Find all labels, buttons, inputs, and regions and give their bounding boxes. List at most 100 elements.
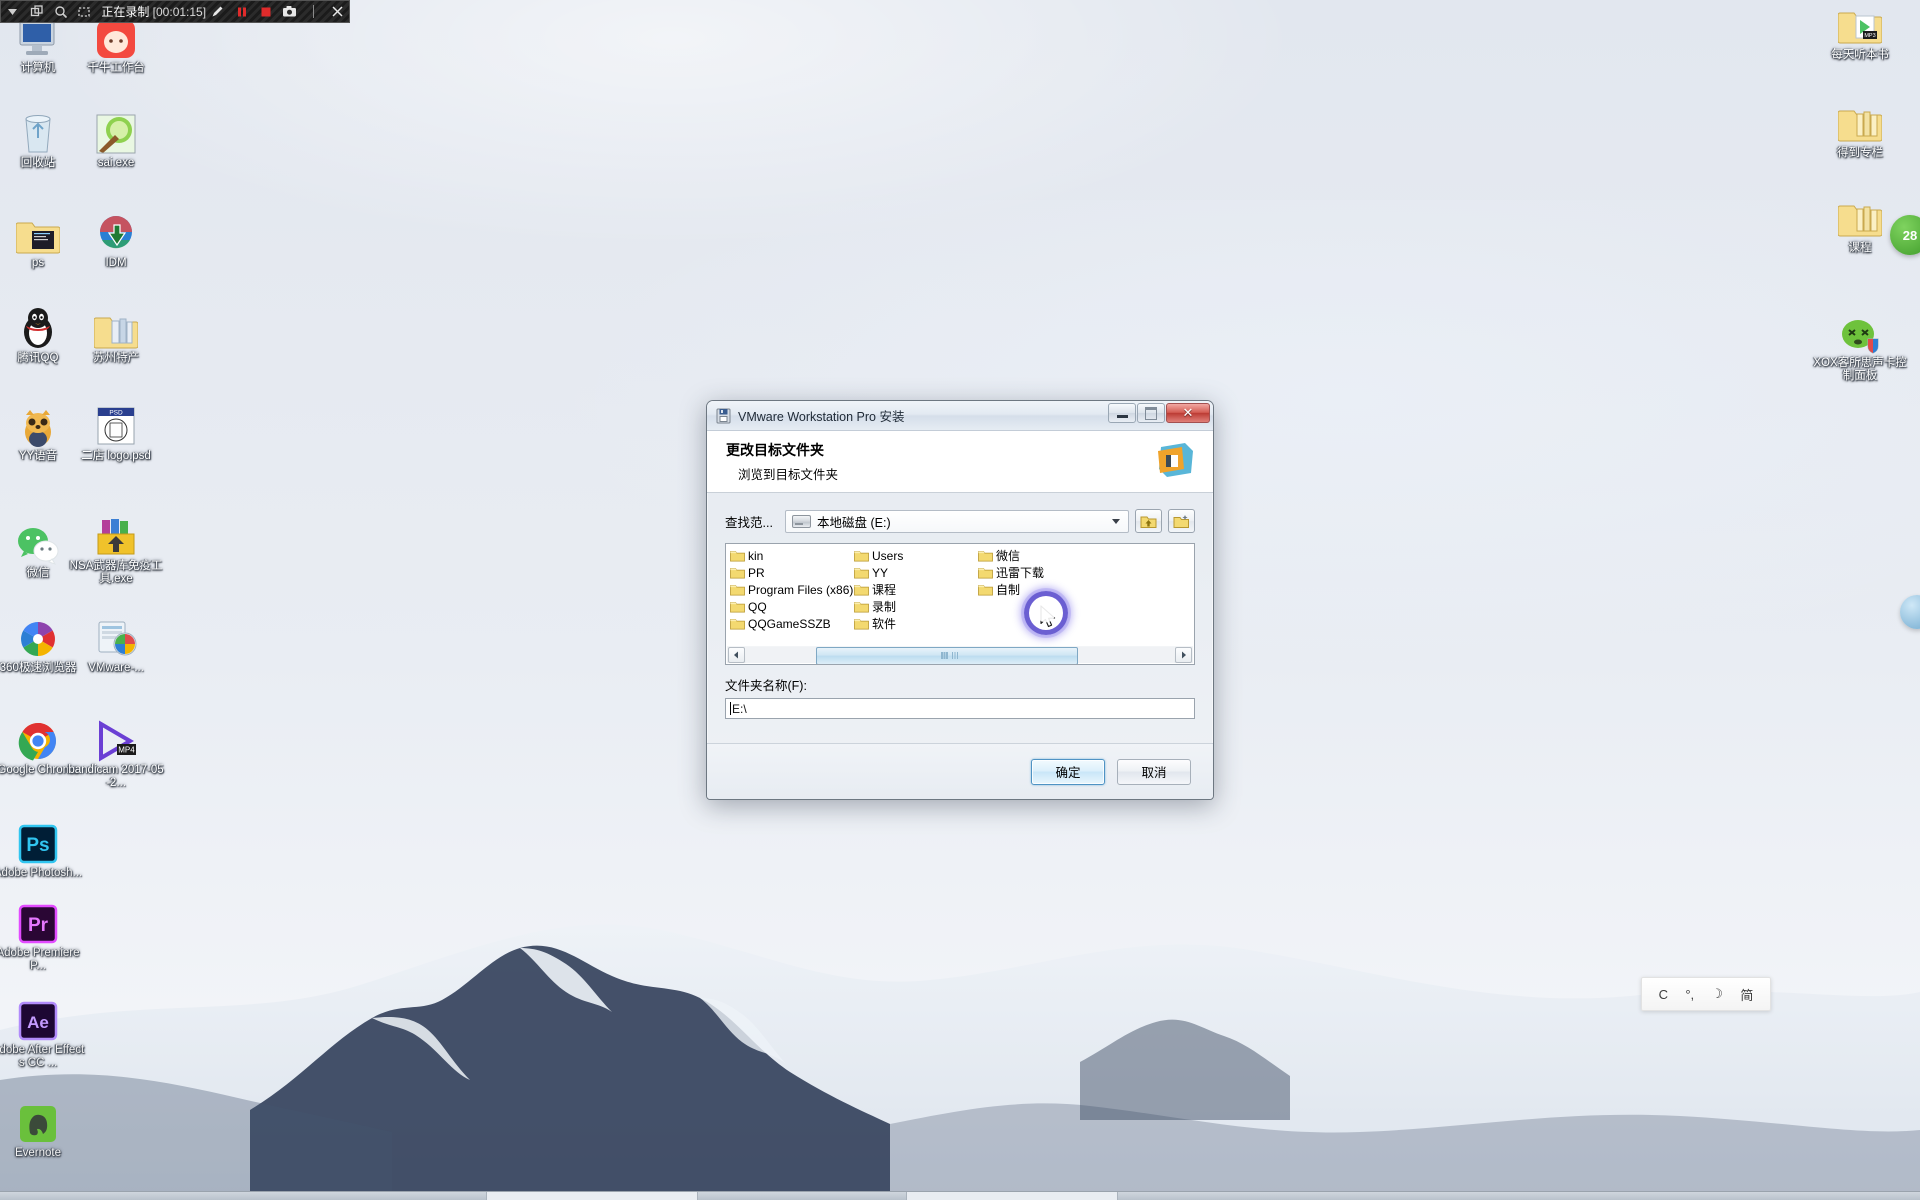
new-folder-icon bbox=[1173, 514, 1189, 528]
folder-name-value: E:\ bbox=[732, 701, 747, 716]
dialog-title: VMware Workstation Pro 安装 bbox=[738, 410, 905, 424]
desktop-icon-daily-book[interactable]: MP3 每天听本书 bbox=[1812, 0, 1908, 62]
wallpaper-mountains bbox=[0, 924, 1920, 1200]
stop-icon[interactable] bbox=[254, 1, 278, 22]
desktop-icon-nsa-tool[interactable]: NSA武器库免疫工具.exe bbox=[68, 508, 164, 586]
horizontal-scrollbar[interactable] bbox=[727, 646, 1193, 664]
folder-icon bbox=[854, 618, 869, 629]
langbar-item-moon-icon[interactable]: ☽ bbox=[1711, 986, 1723, 1002]
minimize-icon[interactable] bbox=[1108, 403, 1136, 423]
magnifier-icon[interactable] bbox=[49, 1, 73, 22]
window-buttons: ✕ bbox=[1107, 403, 1210, 423]
folder-icon bbox=[854, 550, 869, 561]
list-item[interactable]: QQGameSSZB bbox=[728, 615, 852, 632]
list-item[interactable]: 迅雷下载 bbox=[976, 564, 1100, 581]
list-item[interactable]: 录制 bbox=[852, 598, 976, 615]
list-item[interactable]: Program Files (x86) bbox=[728, 581, 853, 598]
chevron-down-icon bbox=[1112, 518, 1120, 524]
list-item[interactable]: PR bbox=[728, 564, 852, 581]
langbar-item-punctuation[interactable]: °, bbox=[1685, 987, 1694, 1002]
desktop-icon-idm[interactable]: IDM bbox=[68, 205, 164, 270]
desktop-icon-premiere[interactable]: Pr Adobe Premiere P... bbox=[0, 895, 86, 973]
desktop-icon-sai[interactable]: sai.exe bbox=[68, 105, 164, 170]
desktop-icon-label: XOX客所思声卡控制面板 bbox=[1813, 357, 1907, 382]
scroll-right-button[interactable] bbox=[1175, 646, 1192, 663]
list-item[interactable]: 自制 bbox=[976, 581, 1100, 598]
list-item[interactable]: 课程 bbox=[852, 581, 976, 598]
folder-name: Users bbox=[872, 548, 904, 563]
folder-icon bbox=[854, 567, 869, 578]
folder-icon bbox=[730, 601, 745, 612]
desktop-icon-xox-soundcard[interactable]: XOX客所思声卡控制面板 bbox=[1812, 305, 1908, 383]
mp4-file-icon: MP4 bbox=[68, 712, 164, 762]
scrollbar-track[interactable] bbox=[746, 646, 1174, 664]
new-folder-button[interactable] bbox=[1168, 509, 1195, 533]
close-icon[interactable] bbox=[325, 1, 349, 22]
list-item[interactable]: 软件 bbox=[852, 615, 976, 632]
desktop-icon-bandicam-mp4[interactable]: MP4 bandicam 2017-05-2... bbox=[68, 712, 164, 790]
chevron-down-icon[interactable] bbox=[1, 1, 25, 22]
chevron-right-icon bbox=[1182, 651, 1186, 658]
desktop-icon-photoshop[interactable]: Ps Adobe Photosh... bbox=[0, 815, 86, 880]
pause-icon[interactable] bbox=[230, 1, 254, 22]
language-bar[interactable]: C °, ☽ 简 bbox=[1641, 977, 1771, 1011]
folder-icon bbox=[730, 618, 745, 629]
dialog-titlebar[interactable]: VMware Workstation Pro 安装 ✕ bbox=[707, 401, 1213, 431]
ok-button[interactable]: 确定 bbox=[1031, 758, 1105, 785]
scrollbar-thumb[interactable] bbox=[816, 646, 1078, 664]
list-item[interactable]: Users bbox=[852, 547, 976, 564]
recording-time: [00:01:15] bbox=[152, 5, 207, 19]
langbar-item-c[interactable]: C bbox=[1659, 987, 1668, 1002]
maximize-icon[interactable] bbox=[1137, 403, 1165, 423]
cancel-button[interactable]: 取消 bbox=[1117, 758, 1191, 785]
list-item[interactable]: YY bbox=[852, 564, 976, 581]
installer-icon bbox=[716, 408, 731, 423]
folder-icon bbox=[978, 584, 993, 595]
lookin-label: 查找范... bbox=[725, 515, 773, 530]
lookin-value: 本地磁盘 (E:) bbox=[817, 515, 891, 530]
folder-listbox[interactable]: kin PR Program Files (x86) QQ QQGameSSZB… bbox=[725, 543, 1195, 665]
up-folder-button[interactable] bbox=[1135, 509, 1162, 533]
folder-name: QQ bbox=[748, 599, 767, 614]
desktop-icon-vmware-installer[interactable]: VMware-... bbox=[68, 610, 164, 675]
desktop-icon-label: 二店 logo.psd bbox=[81, 450, 151, 462]
close-icon[interactable]: ✕ bbox=[1166, 403, 1210, 423]
desktop-icon-label: 苏州特产 bbox=[93, 352, 139, 364]
taskbar-item[interactable] bbox=[486, 1192, 698, 1200]
folder-name: PR bbox=[748, 565, 765, 580]
recording-toolbar[interactable]: 正在录制 [00:01:15] bbox=[0, 0, 350, 23]
taskbar[interactable] bbox=[0, 1191, 1920, 1200]
aftereffects-icon: Ae bbox=[0, 992, 86, 1042]
taskbar-item[interactable] bbox=[906, 1192, 1118, 1200]
folder-icon bbox=[978, 550, 993, 561]
camera-icon[interactable] bbox=[278, 1, 302, 22]
svg-text:Ps: Ps bbox=[26, 835, 49, 856]
lookin-combobox[interactable]: 本地磁盘 (E:) bbox=[785, 509, 1129, 533]
list-item[interactable]: kin bbox=[728, 547, 852, 564]
folder-name: 录制 bbox=[872, 600, 897, 614]
desktop-icon-logo-psd[interactable]: PSD 二店 logo.psd bbox=[68, 398, 164, 463]
folder-icon bbox=[730, 584, 745, 595]
desktop-icon-label: Adobe Premiere P... bbox=[0, 947, 80, 972]
list-item[interactable]: 微信 bbox=[976, 547, 1100, 564]
desktop-icon-dedao-column[interactable]: 得到专栏 bbox=[1812, 95, 1908, 160]
desktop-icon-evernote[interactable]: Evernote bbox=[0, 1095, 86, 1160]
window-target-icon[interactable] bbox=[25, 1, 49, 22]
list-item[interactable]: QQ bbox=[728, 598, 852, 615]
scroll-left-button[interactable] bbox=[728, 646, 745, 663]
lookin-row: 查找范... 本地磁盘 (E:) bbox=[725, 509, 1195, 533]
svg-text:Ae: Ae bbox=[27, 1013, 49, 1032]
folder-name: 软件 bbox=[872, 617, 897, 631]
scrollbar-grip bbox=[951, 652, 953, 659]
psd-file-icon: PSD bbox=[68, 398, 164, 448]
folder-name-input[interactable]: E:\ bbox=[725, 698, 1195, 719]
desktop-icon-suzhou-folder[interactable]: 苏州特产 bbox=[68, 300, 164, 365]
region-select-icon[interactable] bbox=[72, 1, 96, 22]
svg-text:MP3: MP3 bbox=[1864, 33, 1875, 39]
desktop-icon-aftereffects[interactable]: Ae Adobe After Effects CC ... bbox=[0, 992, 86, 1070]
recording-status-label: 正在录制 bbox=[101, 5, 150, 19]
desktop-icon-label: Adobe Photosh... bbox=[0, 867, 83, 879]
vmware-logo-icon bbox=[1158, 443, 1193, 477]
langbar-item-simplified[interactable]: 简 bbox=[1740, 985, 1753, 1004]
pencil-icon[interactable] bbox=[206, 1, 230, 22]
